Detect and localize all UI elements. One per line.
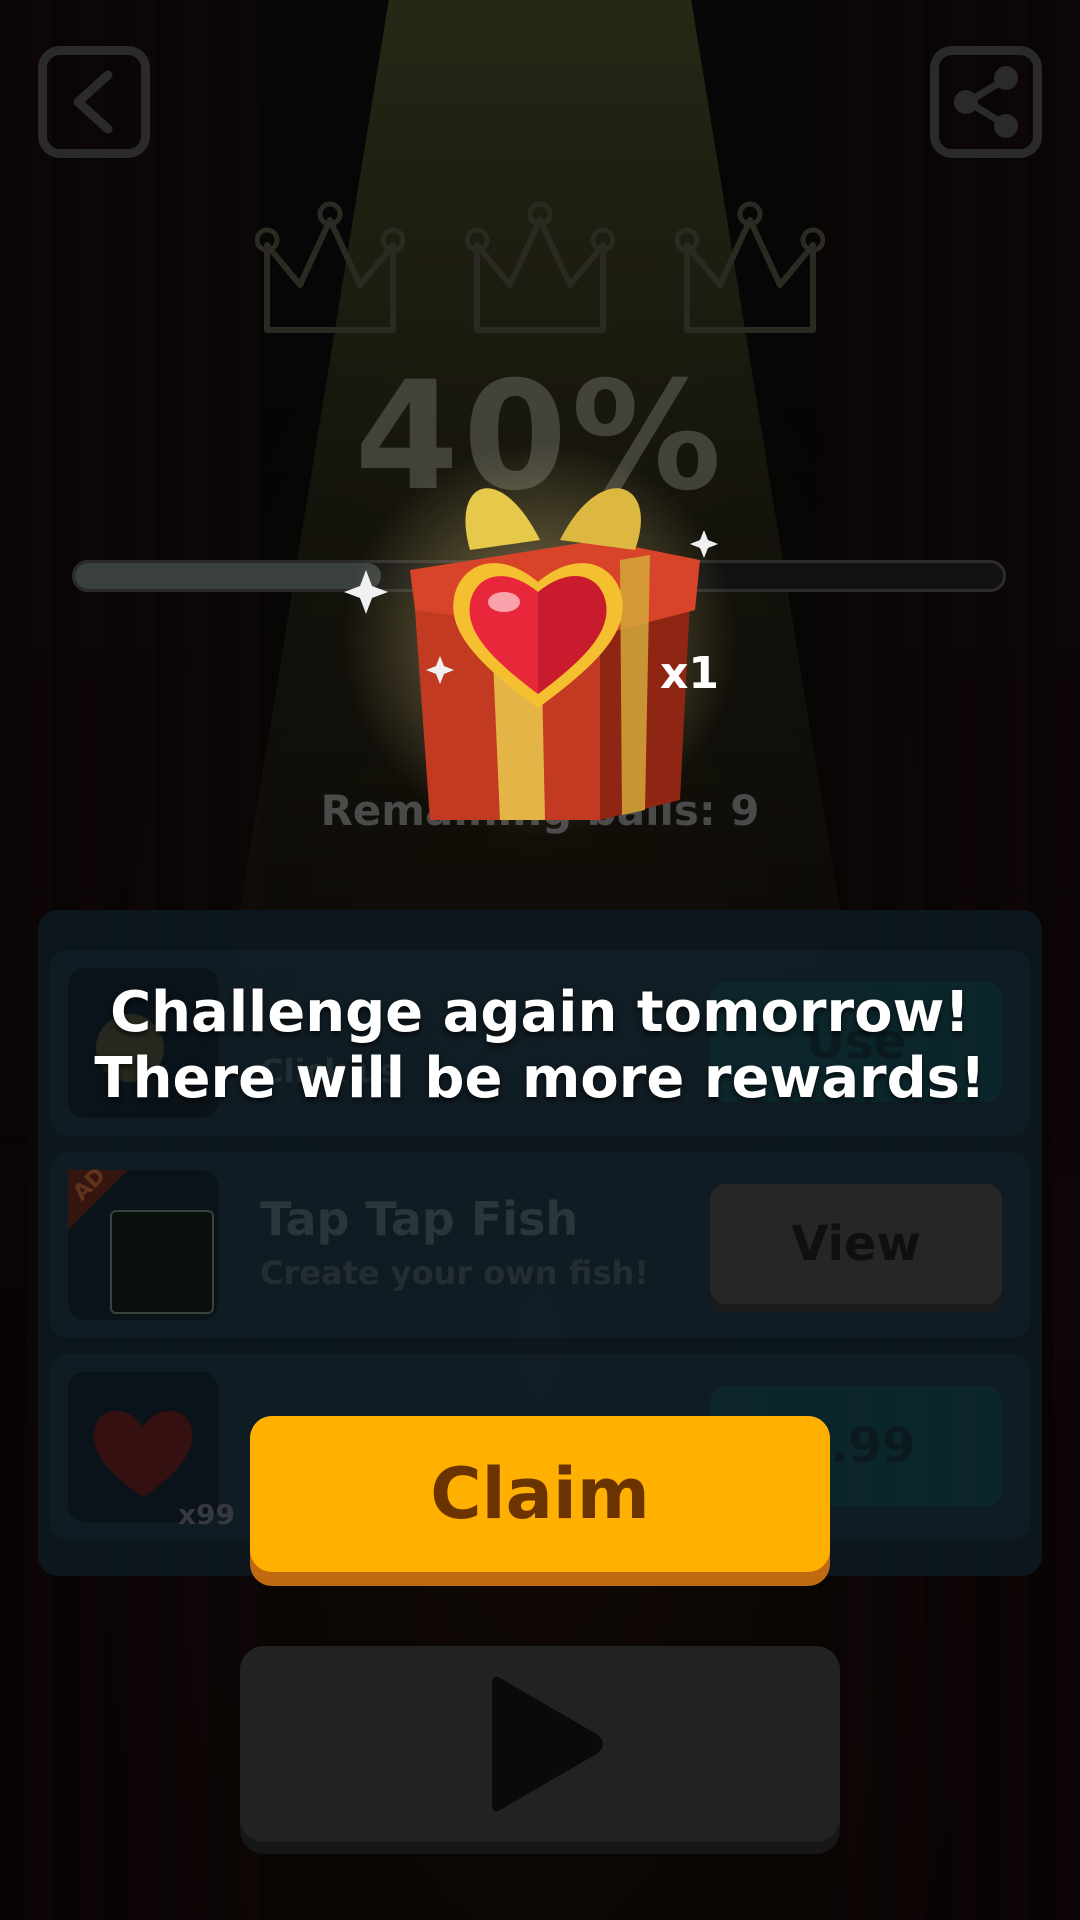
shop-row-ad: AD Tap Tap Fish Create your own fish! Vi… bbox=[50, 1152, 1030, 1338]
claim-button[interactable]: Claim bbox=[250, 1416, 830, 1572]
share-icon bbox=[954, 66, 1018, 138]
crown-rating bbox=[255, 200, 825, 340]
message-line-2: There will be more rewards! bbox=[94, 1046, 986, 1111]
play-icon bbox=[492, 1676, 603, 1812]
reward-message: Challenge again tomorrow! There will be … bbox=[0, 980, 1080, 1112]
share-button[interactable] bbox=[930, 46, 1042, 158]
heart-reward-icon bbox=[453, 563, 623, 708]
reward-count: x1 bbox=[660, 648, 719, 699]
heart-thumb: x99 bbox=[68, 1372, 235, 1531]
crown-icon bbox=[465, 201, 615, 333]
crown-icon bbox=[255, 201, 405, 333]
reward-gift: x1 bbox=[300, 420, 780, 880]
item-count: x99 bbox=[178, 1498, 236, 1531]
crown-icon bbox=[675, 201, 825, 333]
message-line-1: Challenge again tomorrow! bbox=[110, 980, 970, 1045]
back-button[interactable] bbox=[38, 46, 150, 158]
play-button[interactable] bbox=[240, 1646, 840, 1842]
row-title: Tap Tap Fish bbox=[260, 1192, 579, 1246]
view-button[interactable]: View bbox=[710, 1184, 1002, 1304]
chevron-left-icon bbox=[73, 70, 113, 134]
row-subtitle: Create your own fish! bbox=[260, 1254, 649, 1292]
